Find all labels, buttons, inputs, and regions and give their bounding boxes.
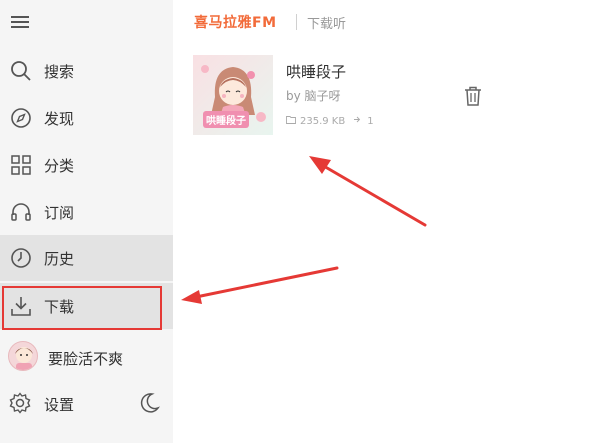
search-icon	[9, 59, 33, 83]
user-profile[interactable]: 要脸活不爽	[0, 336, 173, 380]
nav-item-label: 搜索	[44, 62, 75, 81]
compass-icon	[9, 106, 33, 130]
album-cover[interactable]: 哄睡段子	[193, 55, 273, 135]
menu-icon[interactable]	[10, 13, 32, 31]
clock-icon	[9, 246, 33, 270]
nav-item-subscribe[interactable]: 订阅	[0, 189, 173, 235]
header-divider	[296, 14, 297, 30]
app-logo: 喜马拉雅FM	[194, 15, 277, 31]
album-author: by 脑子呀	[286, 89, 341, 103]
nav-item-label: 订阅	[44, 203, 75, 222]
sidebar: 搜索 发现 分类 订阅 历史 下载 要脸活不爽 设置	[0, 0, 173, 443]
track-count: 1	[367, 115, 374, 127]
nav-item-history[interactable]: 历史	[0, 235, 173, 281]
settings-label: 设置	[44, 396, 75, 414]
track-count-icon	[353, 115, 363, 127]
album-title[interactable]: 哄睡段子	[286, 61, 346, 82]
cover-title-text: 哄睡段子	[203, 111, 249, 128]
nav-item-label: 分类	[44, 156, 75, 175]
headphones-icon	[9, 200, 33, 224]
page-title: 下载听	[307, 17, 347, 32]
avatar	[8, 341, 38, 371]
nav-item-category[interactable]: 分类	[0, 142, 173, 188]
gear-icon	[9, 392, 33, 416]
user-name: 要脸活不爽	[48, 350, 124, 368]
main-panel: 喜马拉雅FM 下载听 哄睡段子 哄睡段子 by 脑子呀 235.9 KB 1	[173, 0, 600, 443]
download-album-card[interactable]: 哄睡段子 哄睡段子 by 脑子呀 235.9 KB 1	[193, 55, 588, 137]
grid-icon	[9, 153, 33, 177]
nav-item-discover[interactable]: 发现	[0, 95, 173, 141]
nav-item-label: 发现	[44, 109, 75, 128]
trash-icon[interactable]	[463, 85, 483, 107]
nav-item-label: 历史	[44, 249, 75, 268]
annotation-highlight-box	[2, 286, 162, 330]
moon-icon[interactable]	[140, 392, 161, 414]
nav-item-search[interactable]: 搜索	[0, 48, 173, 94]
folder-icon	[286, 115, 296, 127]
album-size: 235.9 KB	[300, 115, 346, 127]
album-meta: 235.9 KB 1	[286, 115, 374, 127]
settings-item[interactable]: 设置	[0, 382, 173, 426]
